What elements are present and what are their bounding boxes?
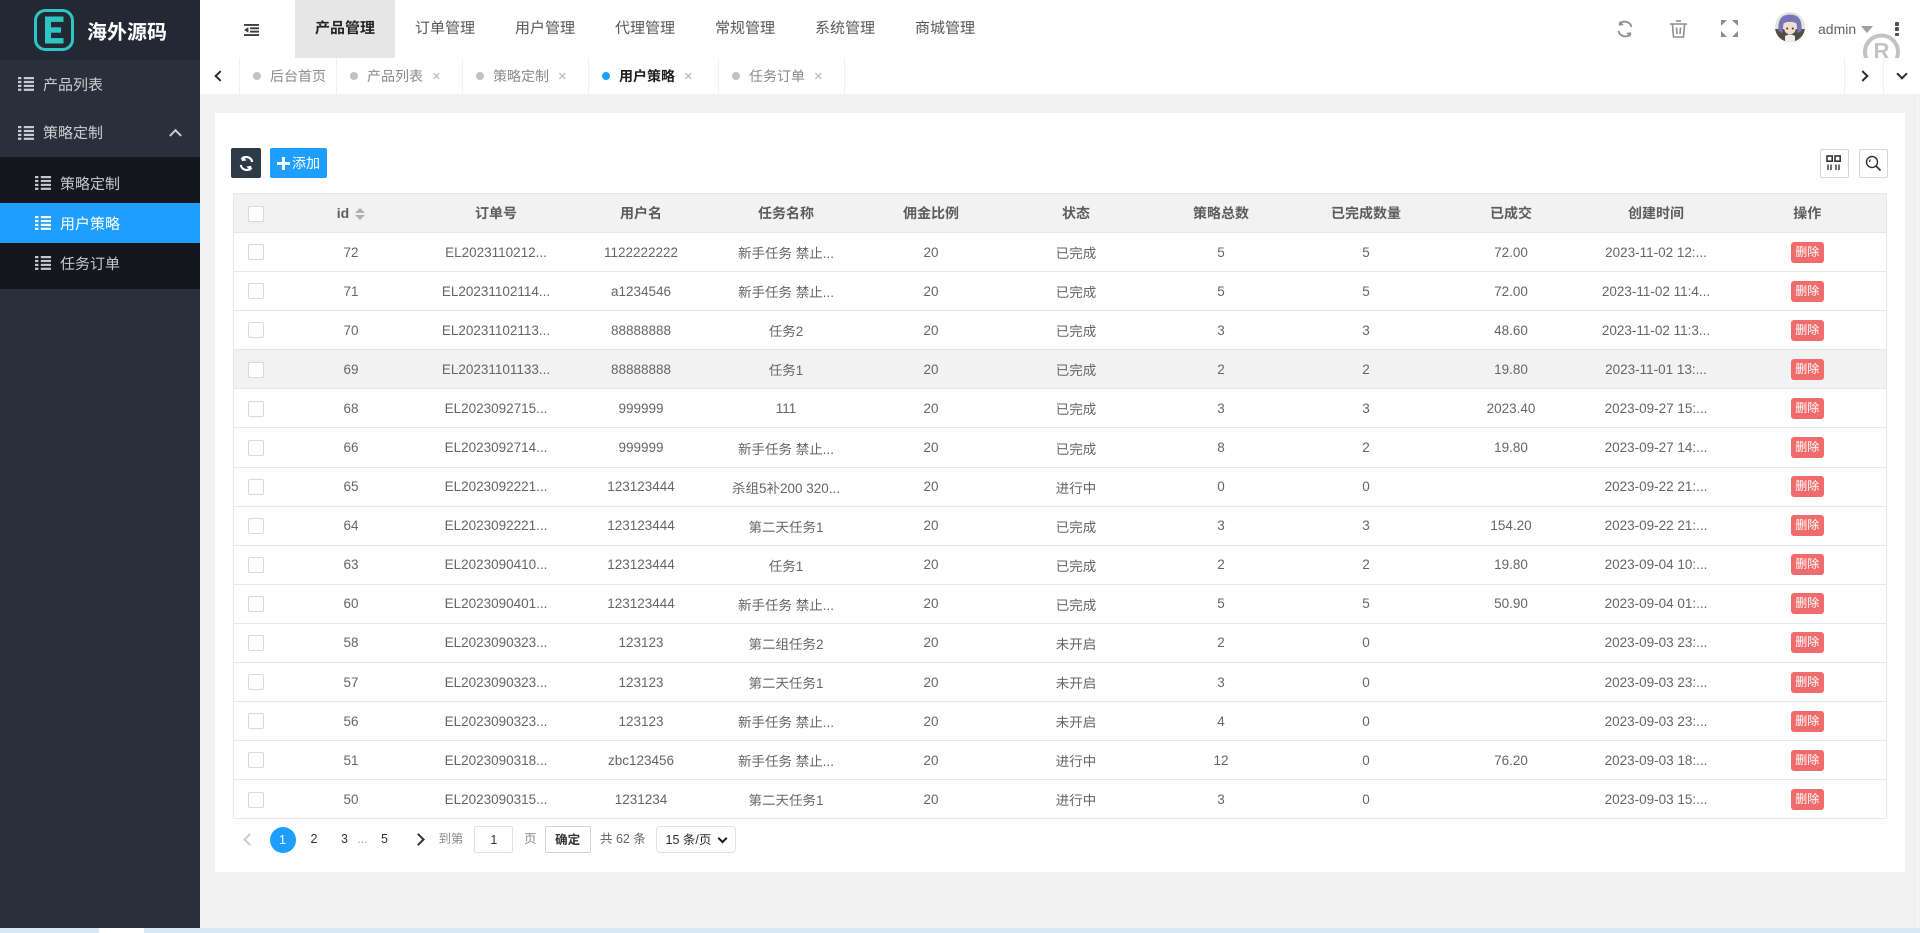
svg-text:R: R: [1874, 39, 1890, 59]
